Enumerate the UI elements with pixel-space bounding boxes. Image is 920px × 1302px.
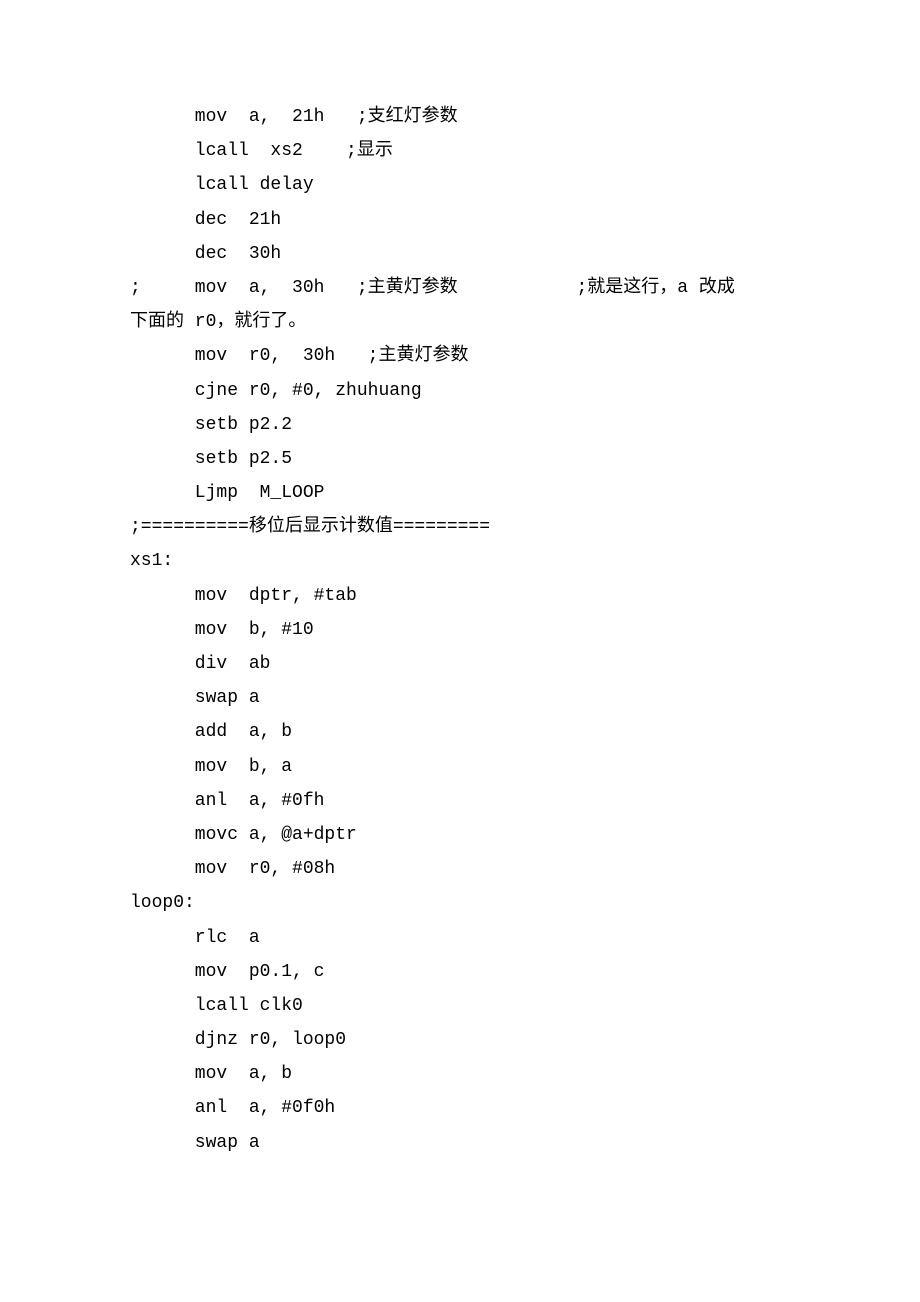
code-line: djnz r0, loop0 (130, 1023, 840, 1057)
code-line: mov a, 21h ;支红灯参数 (130, 100, 840, 134)
code-line: lcall clk0 (130, 989, 840, 1023)
code-line: dec 21h (130, 203, 840, 237)
code-line: rlc a (130, 921, 840, 955)
code-line: mov r0, #08h (130, 852, 840, 886)
document-page: mov a, 21h ;支红灯参数 lcall xs2 ;显示 lcall de… (0, 0, 920, 1160)
code-line: swap a (130, 1126, 840, 1160)
code-line: mov a, b (130, 1057, 840, 1091)
code-line: lcall xs2 ;显示 (130, 134, 840, 168)
code-line: swap a (130, 681, 840, 715)
code-line: mov b, #10 (130, 613, 840, 647)
code-line: mov r0, 30h ;主黄灯参数 (130, 339, 840, 373)
code-line: Ljmp M_LOOP (130, 476, 840, 510)
code-line: cjne r0, #0, zhuhuang (130, 374, 840, 408)
code-line: anl a, #0fh (130, 784, 840, 818)
code-line: anl a, #0f0h (130, 1091, 840, 1125)
code-line: ; mov a, 30h ;主黄灯参数 ;就是这行，a 改成 (130, 271, 840, 305)
code-line: ;==========移位后显示计数值========= (130, 510, 840, 544)
code-line: div ab (130, 647, 840, 681)
code-line: lcall delay (130, 168, 840, 202)
code-line: movc a, @a+dptr (130, 818, 840, 852)
code-line: mov dptr, #tab (130, 579, 840, 613)
code-line: dec 30h (130, 237, 840, 271)
code-line: 下面的 r0，就行了。 (130, 305, 840, 339)
code-line: add a, b (130, 715, 840, 749)
code-line: xs1: (130, 544, 840, 578)
code-line: setb p2.5 (130, 442, 840, 476)
code-line: loop0: (130, 886, 840, 920)
code-line: mov p0.1, c (130, 955, 840, 989)
code-line: setb p2.2 (130, 408, 840, 442)
code-line: mov b, a (130, 750, 840, 784)
